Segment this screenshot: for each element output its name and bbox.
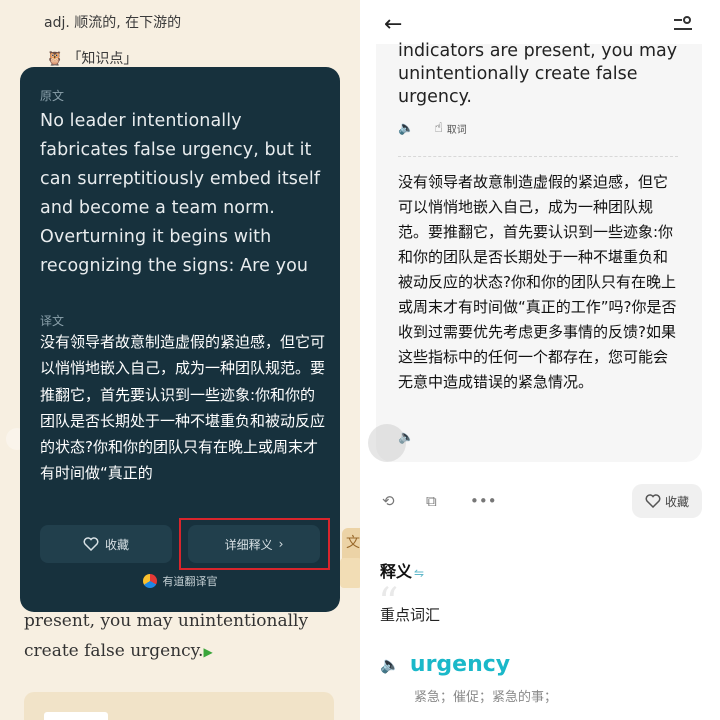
translation-card: indicators are present, you may unintent… xyxy=(376,41,702,462)
owl-icon: 🦉 xyxy=(46,51,64,67)
favorite-button[interactable]: 收藏 xyxy=(632,484,702,518)
word-pick-button[interactable]: ☝ 取词 xyxy=(434,120,467,136)
action-toolbar: ⟲ ⧉ ••• 收藏 xyxy=(376,484,702,520)
word-meaning: 紧急；催促；紧急的事； xyxy=(414,690,558,705)
more-icon[interactable]: ••• xyxy=(470,492,497,510)
divider xyxy=(398,156,678,157)
switch-icon[interactable]: ⇋ xyxy=(414,566,424,580)
translation-text: 没有领导者故意制造虚假的紧迫感，但它可以悄悄地嵌入自己，成为一种团队规范。要推翻… xyxy=(40,333,326,483)
left-screenshot: adj. 顺流的, 在下游的 🦉 「知识点」 原文 No leader inten… xyxy=(0,0,360,720)
vocab-word[interactable]: urgency xyxy=(410,652,510,677)
original-text: No leader intentionally fabricates false… xyxy=(40,111,321,276)
brand-footer: 有道翻译官 xyxy=(20,573,340,589)
article-text: present, you may unintentionally create … xyxy=(24,606,344,667)
vocab-heading: 重点词汇 xyxy=(380,606,441,624)
back-arrow-icon[interactable]: ← xyxy=(384,12,402,37)
chinese-translation: 没有领导者故意制造虚假的紧迫感，但它可以悄悄地嵌入自己，成为一种团队规范。要推翻… xyxy=(398,173,677,391)
settings-sliders-icon[interactable] xyxy=(674,16,692,32)
floating-bubble[interactable] xyxy=(368,424,406,462)
bottom-card xyxy=(24,692,334,720)
word-definition: adj. 顺流的, 在下游的 xyxy=(44,15,182,31)
right-screenshot: ← indicators are present, you may uninte… xyxy=(360,0,720,720)
english-text: indicators are present, you may unintent… xyxy=(398,41,678,107)
article-text-content: present, you may unintentionally create … xyxy=(24,611,309,661)
speaker-icon[interactable]: 🔈 xyxy=(380,655,400,674)
heart-icon xyxy=(83,537,99,551)
speaker-icon[interactable]: 🔈 xyxy=(398,121,414,136)
knowledge-label: 「知识点」 xyxy=(67,51,138,67)
flag-icon: ▶ xyxy=(203,645,213,659)
side-tab-2 xyxy=(340,558,360,588)
heart-icon xyxy=(645,494,661,508)
brand-label: 有道翻译官 xyxy=(162,575,218,588)
section-title-text: 释义 xyxy=(380,562,413,581)
translation-label: 译文 xyxy=(40,314,65,328)
highlight-box xyxy=(179,518,330,570)
knowledge-point[interactable]: 🦉 「知识点」 xyxy=(46,48,137,68)
ai-icon[interactable]: ⟲ xyxy=(382,492,395,510)
word-row: 🔈 urgency xyxy=(380,652,510,677)
copy-icon[interactable]: ⧉ xyxy=(426,492,437,510)
original-label: 原文 xyxy=(40,89,65,103)
favorite-label: 收藏 xyxy=(104,537,129,552)
favorite-label: 收藏 xyxy=(664,494,689,509)
finger-tap-icon: ☝ xyxy=(434,120,443,136)
favorite-button[interactable]: 收藏 xyxy=(40,525,172,563)
bottom-card-tab xyxy=(44,712,108,720)
english-actions: 🔈 ☝ 取词 xyxy=(398,120,467,136)
section-title: 释义 ⇋ xyxy=(380,558,424,582)
word-pick-label: 取词 xyxy=(446,124,467,136)
youdao-logo-icon xyxy=(142,574,157,588)
